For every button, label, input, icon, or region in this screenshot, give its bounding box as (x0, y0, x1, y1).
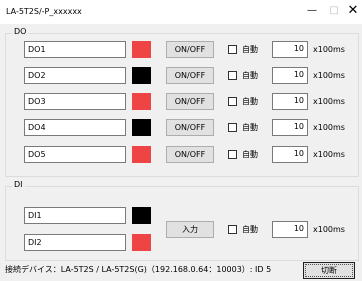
do3-unit-label: x100ms (313, 97, 345, 106)
do3-onoff-button[interactable]: ON/OFF (166, 93, 214, 110)
do-group: DO DO1 ON/OFF 自動 10 x100ms DO2 ON/OFF 自動… (5, 27, 359, 177)
do5-name-field[interactable]: DO5 (24, 146, 126, 163)
do-row-4: DO4 ON/OFF 自動 10 x100ms (6, 119, 358, 139)
do-group-title: DO (12, 27, 29, 36)
connection-status: 接続デバイス：LA-5T2S / LA-5T2S(G)（192.168.0.64… (5, 265, 272, 274)
do3-auto-label: 自動 (242, 97, 258, 106)
title-bar: LA-5T2S/-P_xxxxxx — □ ✕ (0, 0, 362, 24)
do2-interval-field[interactable]: 10 (272, 67, 308, 84)
do5-auto-label: 自動 (242, 150, 258, 159)
do1-name-field[interactable]: DO1 (24, 41, 126, 58)
do2-name-field[interactable]: DO2 (24, 67, 126, 84)
di-unit-label: x100ms (313, 225, 345, 234)
do5-onoff-button[interactable]: ON/OFF (166, 146, 214, 163)
close-icon[interactable]: ✕ (341, 2, 362, 20)
do5-status-indicator (132, 146, 151, 163)
di-interval-field[interactable]: 10 (272, 221, 308, 238)
window-title: LA-5T2S/-P_xxxxxx (6, 7, 82, 16)
di-auto-label: 自動 (242, 225, 258, 234)
do2-unit-label: x100ms (313, 71, 345, 80)
do-row-5: DO5 ON/OFF 自動 10 x100ms (6, 146, 358, 166)
di-controls: 入力 自動 10 x100ms (6, 221, 358, 241)
do3-auto-checkbox[interactable] (228, 97, 237, 106)
do4-status-indicator (132, 119, 151, 136)
di-group: DI DI1 DI2 入力 自動 10 x100ms (5, 180, 359, 261)
minimize-icon[interactable]: — (300, 2, 324, 20)
do5-unit-label: x100ms (313, 150, 345, 159)
do2-status-indicator (132, 67, 151, 84)
do3-status-indicator (132, 93, 151, 110)
do4-auto-checkbox[interactable] (228, 123, 237, 132)
di-auto-checkbox[interactable] (228, 225, 237, 234)
do1-auto-label: 自動 (242, 45, 258, 54)
do5-auto-checkbox[interactable] (228, 150, 237, 159)
disconnect-button[interactable]: 切断 (303, 262, 355, 279)
do-row-1: DO1 ON/OFF 自動 10 x100ms (6, 41, 358, 61)
do1-status-indicator (132, 41, 151, 58)
do4-name-field[interactable]: DO4 (24, 119, 126, 136)
do4-unit-label: x100ms (313, 123, 345, 132)
do2-auto-checkbox[interactable] (228, 71, 237, 80)
do1-auto-checkbox[interactable] (228, 45, 237, 54)
do4-auto-label: 自動 (242, 123, 258, 132)
do2-onoff-button[interactable]: ON/OFF (166, 67, 214, 84)
do1-unit-label: x100ms (313, 45, 345, 54)
do1-interval-field[interactable]: 10 (272, 41, 308, 58)
do1-onoff-button[interactable]: ON/OFF (166, 41, 214, 58)
do-row-3: DO3 ON/OFF 自動 10 x100ms (6, 93, 358, 113)
input-button[interactable]: 入力 (166, 221, 214, 238)
do3-name-field[interactable]: DO3 (24, 93, 126, 110)
do3-interval-field[interactable]: 10 (272, 93, 308, 110)
do5-interval-field[interactable]: 10 (272, 146, 308, 163)
do4-onoff-button[interactable]: ON/OFF (166, 119, 214, 136)
do-row-2: DO2 ON/OFF 自動 10 x100ms (6, 67, 358, 87)
do4-interval-field[interactable]: 10 (272, 119, 308, 136)
di-group-title: DI (12, 180, 25, 189)
do2-auto-label: 自動 (242, 71, 258, 80)
